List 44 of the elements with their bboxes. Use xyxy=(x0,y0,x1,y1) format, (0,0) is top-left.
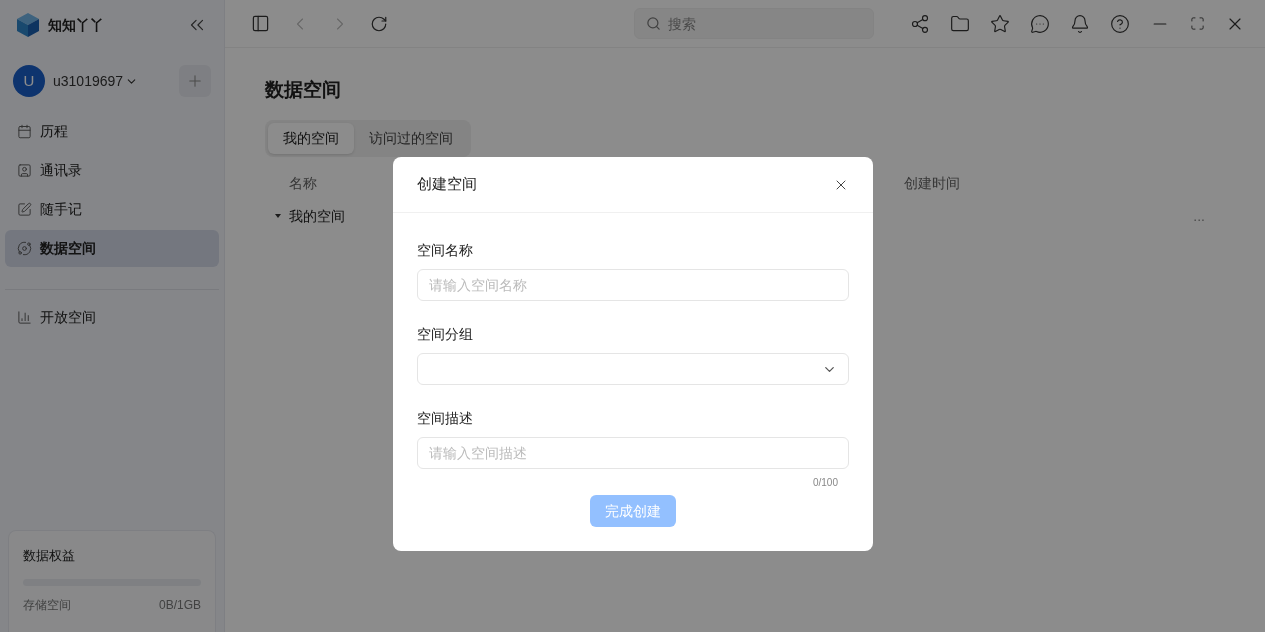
column-header: 创建时间 xyxy=(904,173,960,193)
input-field[interactable]: 请输入空间名称 xyxy=(417,269,849,301)
plus-icon xyxy=(186,72,204,90)
table-cell-text: 我的空间 xyxy=(289,206,345,226)
cube-logo-icon xyxy=(16,12,40,38)
planet-icon xyxy=(17,241,32,256)
character-counter: 0/100 xyxy=(812,476,838,490)
avatar[interactable]: U xyxy=(13,65,45,97)
field-label: 空间描述 xyxy=(417,409,474,428)
sidebar-item[interactable]: 数据空间 xyxy=(5,230,219,267)
user-name[interactable]: u31019697 xyxy=(53,70,124,92)
input-field[interactable]: 请输入空间描述 xyxy=(417,437,849,469)
storage-value: 0B/1GB xyxy=(158,597,201,614)
search-icon xyxy=(646,16,661,31)
more-button[interactable]: ... xyxy=(1193,205,1205,227)
star-icon[interactable] xyxy=(990,13,1010,34)
calendar-icon xyxy=(17,124,32,139)
caret-icon[interactable] xyxy=(274,212,282,220)
field-label: 空间分组 xyxy=(417,325,474,344)
search-field[interactable]: 搜索 xyxy=(634,8,874,39)
dialog-title: 创建空间 xyxy=(417,174,477,195)
maximize-icon[interactable] xyxy=(1190,16,1205,31)
sidebar-item[interactable]: 随手记 xyxy=(5,191,219,228)
sidebar-item[interactable]: 开放空间 xyxy=(5,299,219,336)
folder-icon[interactable] xyxy=(950,13,970,34)
quota-title: 数据权益 xyxy=(23,546,76,565)
app-name: 知知丫丫 xyxy=(48,15,104,35)
help-icon[interactable] xyxy=(1110,13,1130,34)
contact-card-icon xyxy=(17,163,32,178)
chat-icon[interactable] xyxy=(1030,13,1050,34)
sidebar-item[interactable]: 通讯录 xyxy=(5,152,219,189)
sidebar-toggle-icon[interactable] xyxy=(251,14,270,33)
bar-chart-icon xyxy=(17,310,32,325)
column-header: 名称 xyxy=(289,174,317,191)
tab[interactable]: 访问过的空间 xyxy=(354,122,468,154)
sidebar-item[interactable]: 历程 xyxy=(5,113,219,150)
tab[interactable]: 我的空间 xyxy=(268,122,354,154)
field-label: 空间名称 xyxy=(417,241,474,260)
share-icon[interactable] xyxy=(910,13,930,34)
edit-icon xyxy=(17,202,32,217)
storage-label: 存储空间 xyxy=(23,597,71,614)
refresh-icon[interactable] xyxy=(370,14,388,33)
bell-icon[interactable] xyxy=(1070,13,1090,34)
page-title: 数据空间 xyxy=(265,78,342,102)
